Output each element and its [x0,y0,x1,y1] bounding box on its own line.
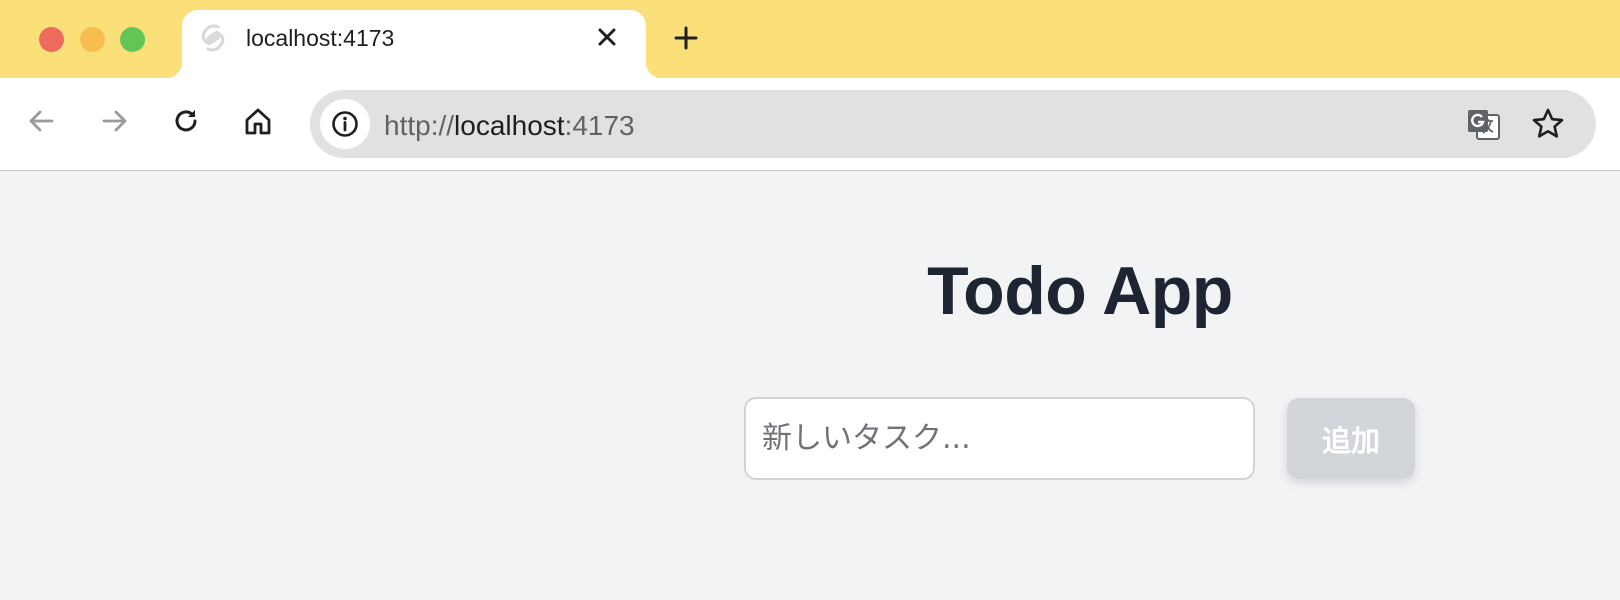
window-minimize-button[interactable] [80,27,105,52]
svelte-icon [200,24,226,52]
url-host: localhost [454,110,565,141]
window-close-button[interactable] [39,27,64,52]
home-icon[interactable] [238,101,278,141]
page-content: Todo App 追加 [0,172,1620,600]
url-scheme: http:// [384,110,455,141]
new-task-input[interactable] [744,397,1255,480]
close-tab-icon[interactable] [592,22,622,52]
page-title: Todo App [927,253,1233,329]
tab-strip: localhost:4173 [0,0,1620,78]
address-bar[interactable]: http://localhost:4173 [310,90,1596,158]
reload-icon[interactable] [166,101,206,141]
url-port: :4173 [564,110,635,141]
window-maximize-button[interactable] [120,27,145,52]
address-url[interactable]: http://localhost:4173 [384,110,635,142]
new-tab-icon[interactable] [670,22,702,54]
tab-title: localhost:4173 [246,25,395,51]
back-arrow-icon[interactable] [22,101,62,141]
browser-tab[interactable]: localhost:4173 [166,10,662,78]
translate-icon[interactable] [1466,107,1502,143]
browser-toolbar: http://localhost:4173 [0,78,1620,171]
site-info-icon[interactable] [320,99,370,149]
add-task-button[interactable]: 追加 [1287,398,1415,479]
forward-arrow-icon[interactable] [94,101,134,141]
bookmark-star-icon[interactable] [1530,106,1566,142]
